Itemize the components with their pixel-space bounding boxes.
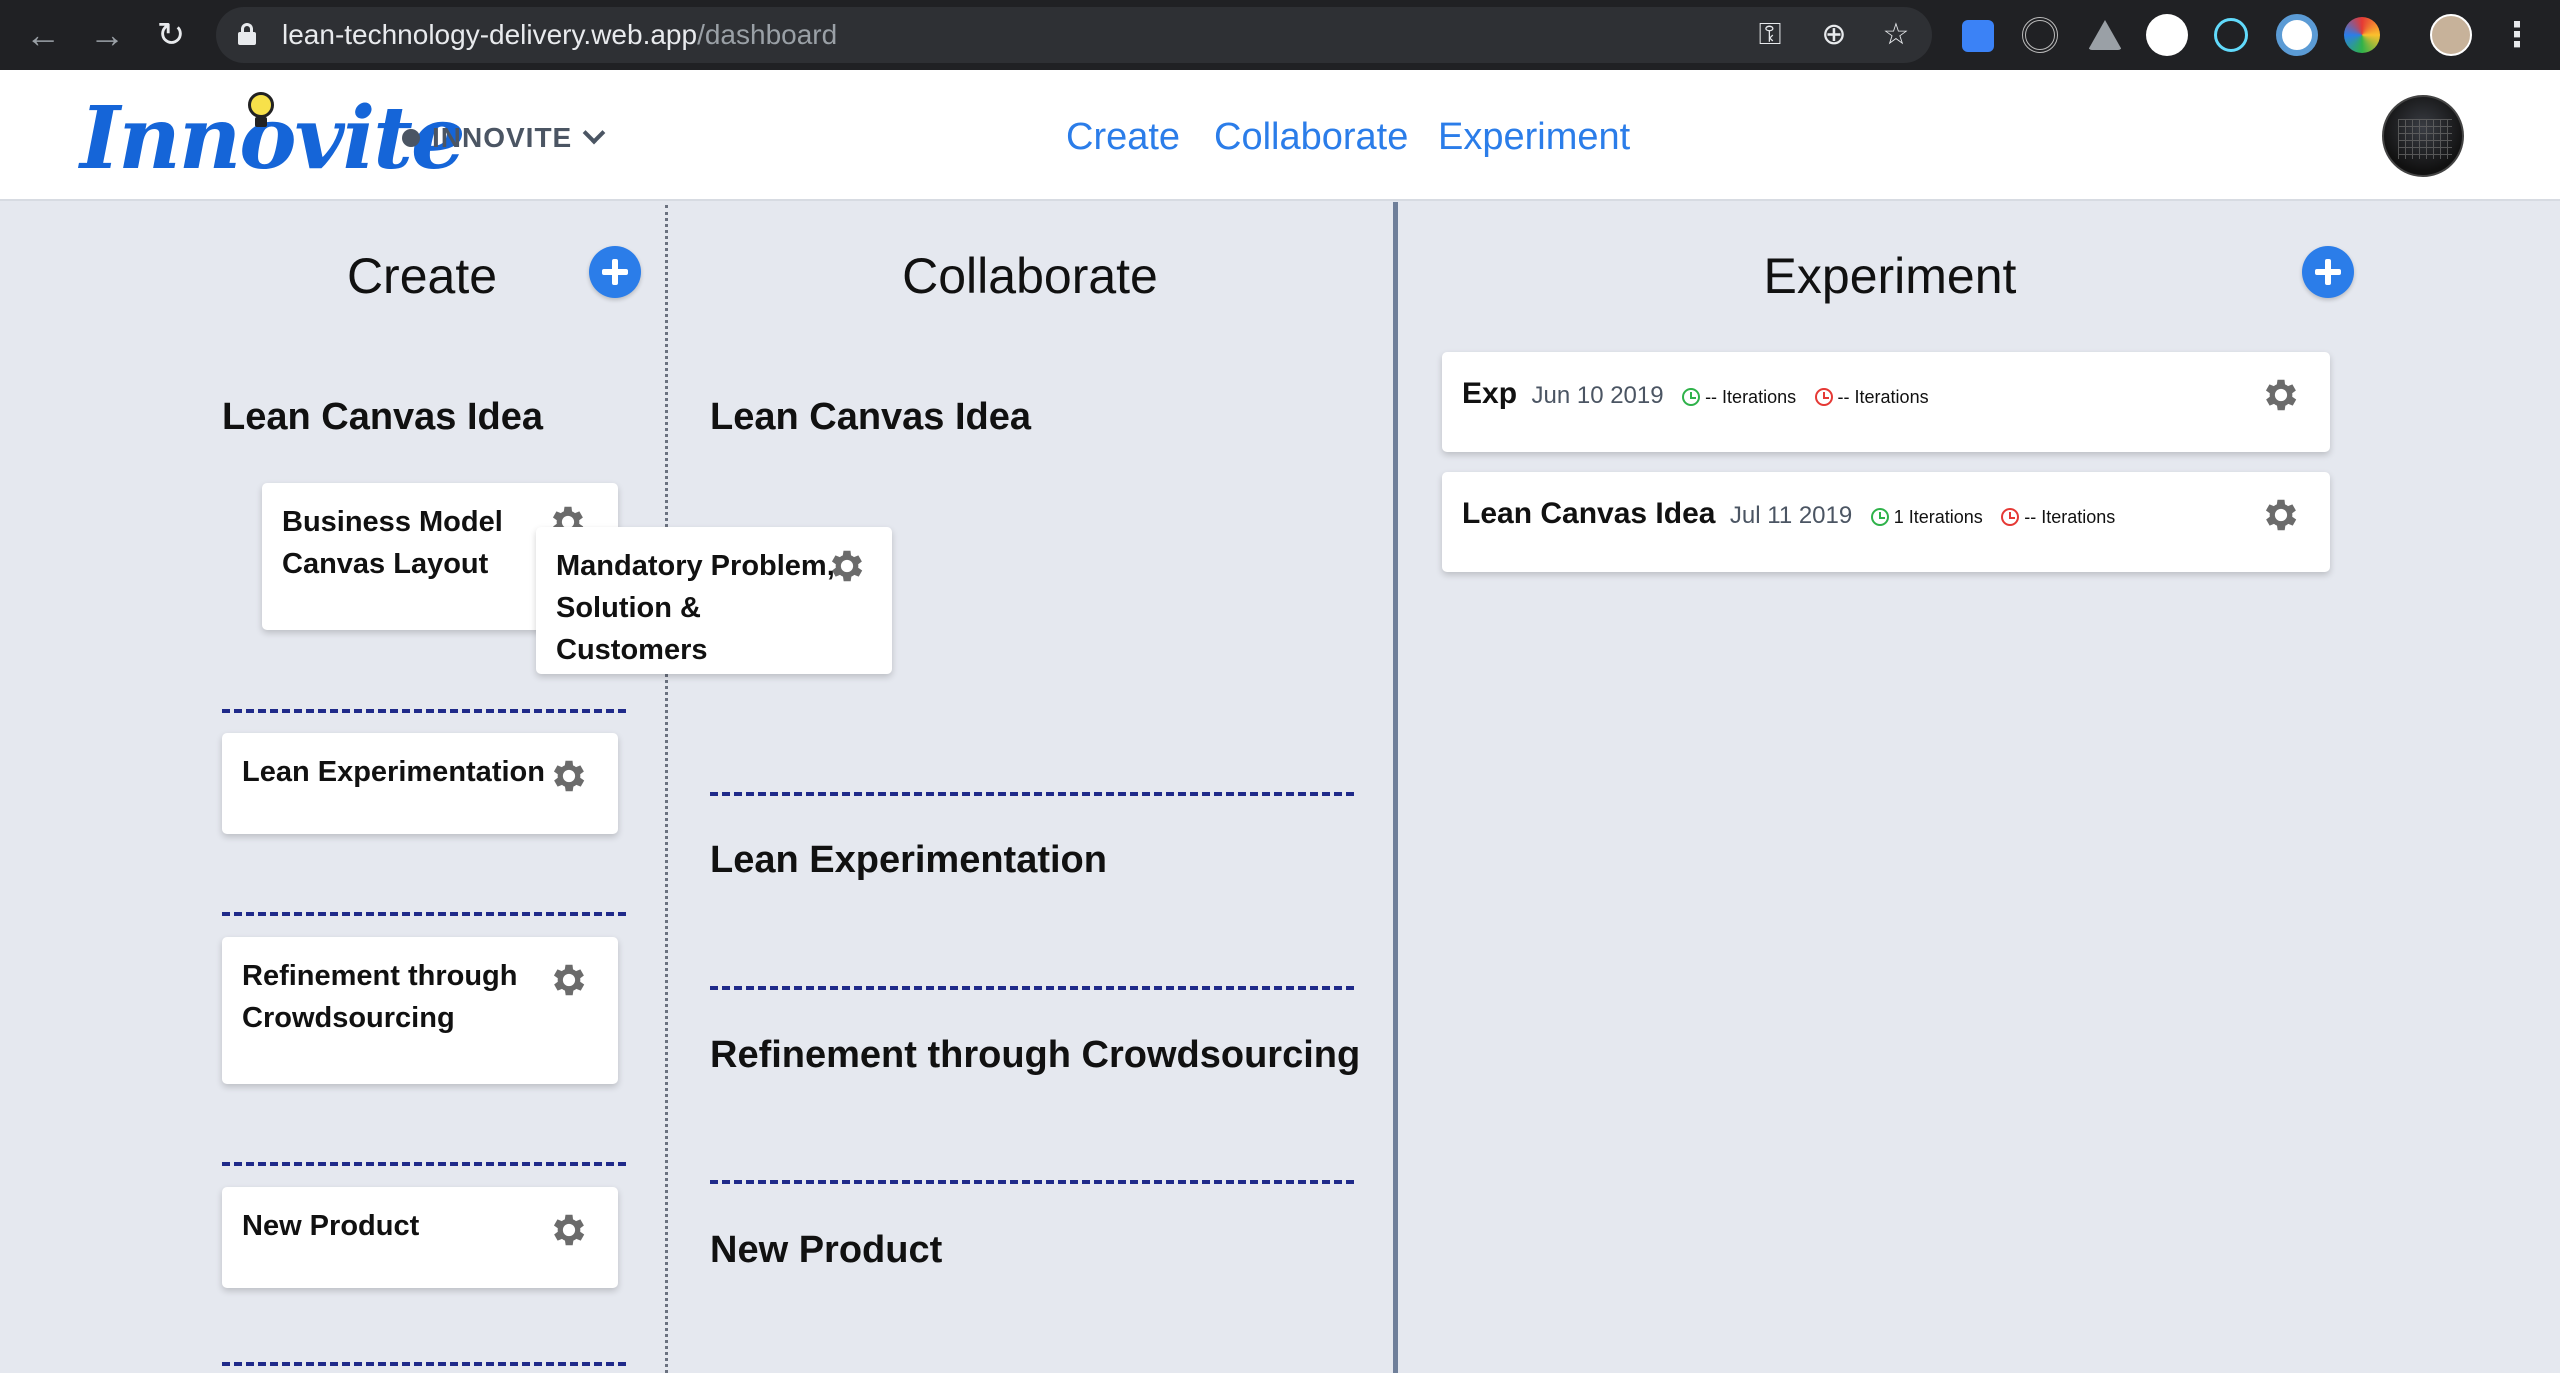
section-title: Lean Canvas Idea — [222, 396, 544, 438]
workspace-selector[interactable]: INNOVITE — [402, 118, 606, 158]
section-divider — [710, 1180, 1354, 1184]
url-domain: lean-technology-delivery.web.app — [282, 19, 698, 50]
forward-arrow-icon[interactable]: → — [84, 12, 130, 58]
gear-icon[interactable] — [548, 755, 590, 797]
section-divider — [710, 792, 1354, 796]
extension-pen-icon[interactable] — [1962, 20, 1994, 52]
section-divider — [222, 709, 626, 713]
section-divider — [222, 912, 626, 916]
section-title: Lean Canvas Idea — [710, 396, 1032, 438]
gear-icon[interactable] — [2260, 494, 2302, 536]
section-title: New Product — [710, 1229, 943, 1271]
history-green-icon — [1870, 508, 1889, 527]
nav-link-collaborate[interactable]: Collaborate — [1214, 112, 1408, 162]
lock-icon — [238, 23, 256, 45]
extension-circle-icon[interactable] — [2276, 14, 2318, 56]
gear-icon[interactable] — [548, 959, 590, 1001]
react-devtools-icon[interactable] — [2214, 18, 2248, 52]
success-iterations-text: 1 Iterations — [1893, 506, 1983, 527]
gear-icon[interactable] — [2260, 374, 2302, 416]
success-iterations: -- Iterations — [1682, 377, 1796, 417]
history-red-icon — [1814, 388, 1833, 407]
card-title: Business Model Canvas Layout — [282, 506, 503, 580]
reload-icon[interactable]: ↻ — [148, 12, 194, 58]
experiment-name: Lean Canvas Idea — [1462, 497, 1716, 530]
fail-iterations-text: -- Iterations — [2024, 506, 2116, 527]
profile-avatar-icon[interactable] — [2430, 14, 2472, 56]
extension-color-icon[interactable] — [2344, 17, 2380, 53]
experiment-name: Exp — [1462, 377, 1518, 410]
url-path: /dashboard — [697, 19, 838, 50]
address-bar[interactable]: lean-technology-delivery.web.app/dashboa… — [216, 7, 1932, 63]
section-divider — [222, 1362, 626, 1366]
column-divider-dotted — [665, 205, 668, 1373]
browser-toolbar: ← → ↻ lean-technology-delivery.web.app/d… — [0, 0, 2560, 70]
idea-card[interactable]: New Product — [222, 1187, 618, 1288]
experiment-card[interactable]: Exp Jun 10 2019 -- Iterations -- Iterati… — [1442, 352, 2330, 452]
url-text[interactable]: lean-technology-delivery.web.app/dashboa… — [282, 7, 837, 63]
user-avatar[interactable] — [2382, 95, 2464, 177]
experiment-date: Jul 11 2019 — [1729, 502, 1853, 529]
chevron-down-icon — [582, 121, 606, 145]
workspace-name: INNOVITE — [432, 122, 573, 153]
lightbulb-icon — [248, 92, 274, 130]
fail-iterations: -- Iterations — [2001, 497, 2115, 537]
history-red-icon — [2001, 508, 2020, 527]
drive-icon[interactable] — [2088, 20, 2122, 50]
extension-fox-icon[interactable] — [2146, 14, 2188, 56]
column-divider-solid — [1393, 202, 1398, 1373]
card-title: New Product — [242, 1210, 420, 1242]
column-title-collaborate: Collaborate — [902, 248, 1158, 304]
section-divider — [222, 1162, 626, 1166]
section-divider — [710, 986, 1354, 990]
fail-iterations: -- Iterations — [1814, 377, 1929, 417]
card-title: Mandatory Problem, Solution & Customers — [556, 550, 835, 666]
add-experiment-button[interactable] — [2302, 246, 2354, 298]
key-icon[interactable]: ⚿ — [1752, 17, 1788, 53]
column-title-experiment: Experiment — [1763, 248, 2017, 304]
column-title-create: Create — [346, 248, 498, 304]
gear-icon[interactable] — [548, 1209, 590, 1251]
section-title: Lean Experimentation — [710, 839, 1107, 881]
idea-card[interactable]: Mandatory Problem, Solution & Customers — [536, 527, 892, 674]
success-iterations-text: -- Iterations — [1705, 386, 1797, 407]
fail-iterations-text: -- Iterations — [1837, 386, 1929, 407]
section-title: Refinement through Crowdsourcing — [710, 1034, 1361, 1076]
browser-menu-icon[interactable]: ⋮ — [2500, 12, 2534, 58]
experiment-card[interactable]: Lean Canvas Idea Jul 11 2019 1 Iteration… — [1442, 472, 2330, 572]
nav-link-create[interactable]: Create — [1066, 112, 1180, 162]
history-green-icon — [1682, 388, 1701, 407]
gear-icon[interactable] — [826, 545, 868, 587]
success-iterations: 1 Iterations — [1870, 497, 1983, 537]
add-create-button[interactable] — [589, 246, 641, 298]
idea-card[interactable]: Lean Experimentation — [222, 733, 618, 834]
app-header: Innovite INNOVITE Create Collaborate Exp… — [0, 70, 2560, 201]
experiment-date: Jun 10 2019 — [1531, 382, 1664, 409]
idea-card[interactable]: Refinement through Crowdsourcing — [222, 937, 618, 1084]
extension-target-icon[interactable] — [2022, 17, 2058, 53]
card-title: Refinement through Crowdsourcing — [242, 960, 518, 1034]
status-dot-icon — [402, 128, 420, 147]
card-title: Lean Experimentation — [242, 756, 545, 788]
bookmark-star-icon[interactable]: ☆ — [1878, 17, 1914, 53]
nav-link-experiment[interactable]: Experiment — [1438, 112, 1630, 162]
back-arrow-icon[interactable]: ← — [20, 12, 66, 58]
zoom-plus-icon[interactable]: ⊕ — [1816, 17, 1852, 53]
